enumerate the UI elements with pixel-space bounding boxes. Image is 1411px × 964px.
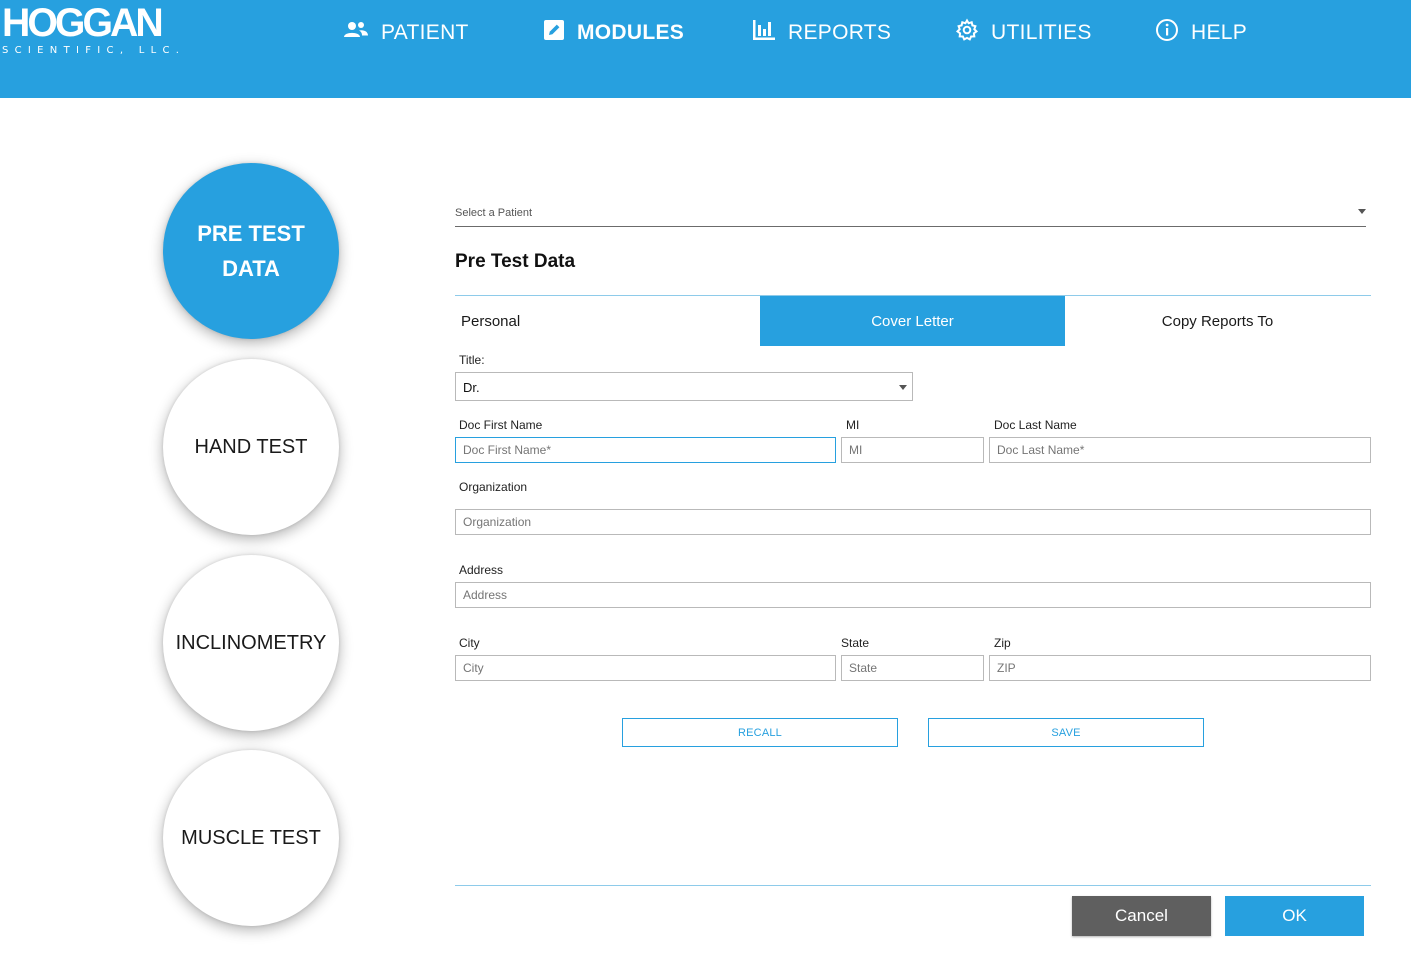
patient-select[interactable]: Select a Patient xyxy=(455,203,1366,227)
logo-sub-text: SCIENTIFIC, LLC. xyxy=(2,45,186,56)
cancel-button[interactable]: Cancel xyxy=(1072,896,1211,936)
organization-label: Organization xyxy=(459,480,528,494)
first-name-input[interactable] xyxy=(455,437,836,463)
address-label: Address xyxy=(459,563,504,577)
tab-label: Copy Reports To xyxy=(1161,312,1274,330)
module-pre-test-data[interactable]: PRE TEST DATA xyxy=(163,163,339,339)
section-title: Pre Test Data xyxy=(455,251,576,272)
title-select[interactable]: Dr. xyxy=(455,372,913,401)
tab-cover-letter[interactable]: Cover Letter xyxy=(760,296,1065,346)
nav-help-label: HELP xyxy=(1191,21,1248,44)
hoggan-logo: HOGGAN SCIENTIFIC, LLC. xyxy=(2,1,186,56)
nav-patient-label: PATIENT xyxy=(381,21,469,44)
top-navigation-bar: HOGGAN SCIENTIFIC, LLC. PATIENT MODULES xyxy=(0,0,1411,98)
module-label: MUSCLE TEST xyxy=(181,826,321,849)
chevron-down-icon xyxy=(1358,209,1366,214)
nav-modules[interactable]: MODULES xyxy=(543,0,684,66)
save-button[interactable]: SAVE xyxy=(928,718,1204,747)
info-icon xyxy=(1155,18,1191,48)
title-select-value: Dr. xyxy=(463,380,480,395)
bar-chart-icon xyxy=(752,19,788,47)
module-label: INCLINOMETRY xyxy=(175,631,327,654)
footer-divider xyxy=(455,885,1371,886)
state-input[interactable] xyxy=(841,655,984,681)
zip-input[interactable] xyxy=(989,655,1371,681)
edit-icon xyxy=(543,19,577,47)
chevron-down-icon xyxy=(899,385,907,390)
nav-reports-label: REPORTS xyxy=(788,21,892,44)
organization-input[interactable] xyxy=(455,509,1371,535)
nav-utilities-label: UTILITIES xyxy=(991,21,1092,44)
tab-personal[interactable]: Personal xyxy=(455,296,760,346)
module-hand-test[interactable]: HAND TEST xyxy=(163,359,339,535)
tab-label: Cover Letter xyxy=(871,312,954,330)
gear-icon xyxy=(955,18,991,48)
nav-patient[interactable]: PATIENT xyxy=(343,0,469,66)
zip-label: Zip xyxy=(994,636,1011,650)
module-inclinometry[interactable]: INCLINOMETRY xyxy=(163,555,339,731)
mi-label: MI xyxy=(846,418,860,432)
address-input[interactable] xyxy=(455,582,1371,608)
module-muscle-test[interactable]: MUSCLE TEST xyxy=(163,750,339,926)
nav-utilities[interactable]: UTILITIES xyxy=(955,0,1092,66)
title-label: Title: xyxy=(459,353,485,367)
mi-input[interactable] xyxy=(841,437,984,463)
module-label: HAND TEST xyxy=(194,435,308,458)
patient-select-placeholder: Select a Patient xyxy=(455,207,533,219)
city-input[interactable] xyxy=(455,655,836,681)
city-label: City xyxy=(459,636,480,650)
tab-bar: Personal Cover Letter Copy Reports To xyxy=(455,295,1371,346)
nav-help[interactable]: HELP xyxy=(1155,0,1247,66)
state-label: State xyxy=(841,636,870,650)
tab-copy-reports-to[interactable]: Copy Reports To xyxy=(1065,296,1370,346)
users-icon xyxy=(343,20,381,46)
recall-button[interactable]: RECALL xyxy=(622,718,898,747)
nav-reports[interactable]: REPORTS xyxy=(752,0,891,66)
module-label: PRE TEST DATA xyxy=(197,221,305,281)
first-name-label: Doc First Name xyxy=(459,418,543,432)
last-name-input[interactable] xyxy=(989,437,1371,463)
nav-modules-label: MODULES xyxy=(577,21,685,44)
ok-button[interactable]: OK xyxy=(1225,896,1364,936)
last-name-label: Doc Last Name xyxy=(994,418,1077,432)
tab-label: Personal xyxy=(461,312,521,330)
logo-main-text: HOGGAN xyxy=(2,1,164,45)
